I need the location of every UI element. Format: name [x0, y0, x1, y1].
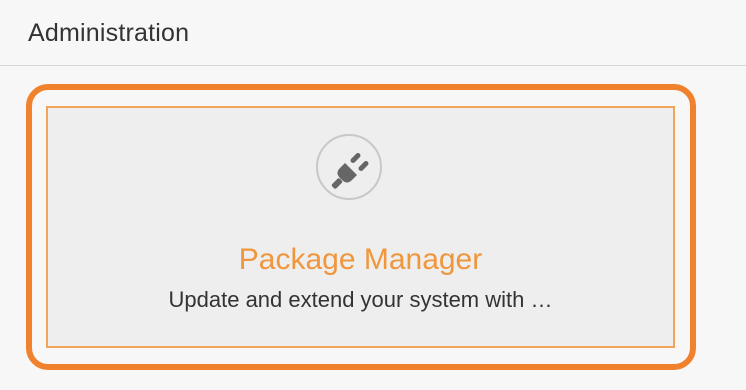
administration-panel: Administration Package Manager Update an…	[0, 0, 746, 390]
tile-title: Package Manager	[238, 243, 483, 276]
panel-header: Administration	[0, 0, 746, 66]
plug-icon	[331, 153, 369, 189]
tile-description: Update and extend your system with …	[168, 287, 553, 312]
package-manager-tile[interactable]: Package Manager Update and extend your s…	[46, 106, 675, 348]
icon-circle	[316, 134, 382, 200]
panel-title: Administration	[28, 19, 190, 47]
